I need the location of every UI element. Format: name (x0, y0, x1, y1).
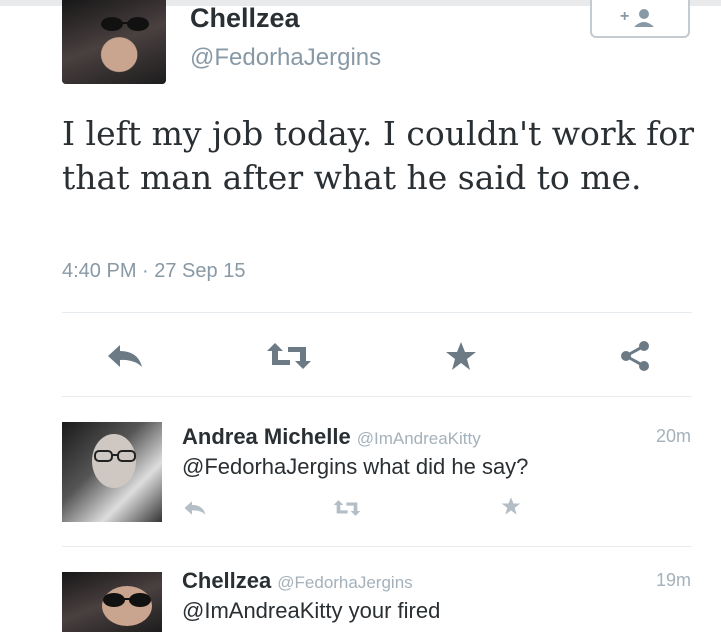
reply-author-name-text: Chellzea (182, 568, 272, 593)
reply-author-handle[interactable]: @ImAndreaKitty (357, 429, 481, 448)
retweet-button[interactable] (330, 496, 364, 520)
reply-text: @FedorhaJergins what did he say? (182, 454, 529, 479)
share-icon (621, 341, 649, 371)
divider (62, 312, 692, 313)
reply-author-name-text: Andrea Michelle (182, 424, 351, 449)
reply-button[interactable] (100, 336, 150, 376)
favorite-icon (501, 497, 521, 515)
favorite-button[interactable] (436, 336, 486, 376)
favorite-icon (446, 342, 476, 370)
reply-icon (108, 345, 142, 367)
avatar[interactable] (62, 0, 166, 84)
author-handle[interactable]: @FedorhaJergins (190, 44, 381, 72)
reply-time[interactable]: 20m (656, 426, 691, 447)
glasses-icon (94, 450, 136, 462)
divider (62, 396, 692, 397)
divider (62, 546, 692, 547)
retweet-icon (333, 500, 361, 516)
retweet-button[interactable] (264, 336, 314, 376)
reply-text: @ImAndreaKitty your fired (182, 598, 441, 623)
retweet-icon (267, 343, 311, 369)
reply-button[interactable] (178, 496, 212, 520)
tweet-timestamp[interactable]: 4:40 PM · 27 Sep 15 (62, 260, 245, 283)
reply-author-handle[interactable]: @FedorhaJergins (277, 573, 412, 592)
follow-button[interactable]: + (590, 0, 690, 38)
reply-avatar[interactable] (62, 572, 162, 632)
reply-avatar[interactable] (62, 422, 162, 522)
add-user-icon: + (620, 8, 654, 27)
share-button[interactable] (610, 336, 660, 376)
svg-text:+: + (620, 8, 629, 25)
tweet-text: I left my job today. I couldn't work for… (62, 114, 694, 197)
reply-icon (184, 501, 206, 515)
sunglasses-icon (101, 17, 149, 31)
sunglasses-icon (103, 593, 151, 607)
tweet-actions (0, 336, 721, 376)
reply-time[interactable]: 19m (656, 570, 691, 591)
reply-author-name[interactable]: Andrea Michelle @ImAndreaKitty (182, 424, 481, 450)
reply-author-name[interactable]: Chellzea @FedorhaJergins (182, 568, 413, 594)
avatar-image (62, 0, 166, 84)
author-name[interactable]: Chellzea (190, 3, 300, 34)
favorite-button[interactable] (494, 494, 528, 518)
